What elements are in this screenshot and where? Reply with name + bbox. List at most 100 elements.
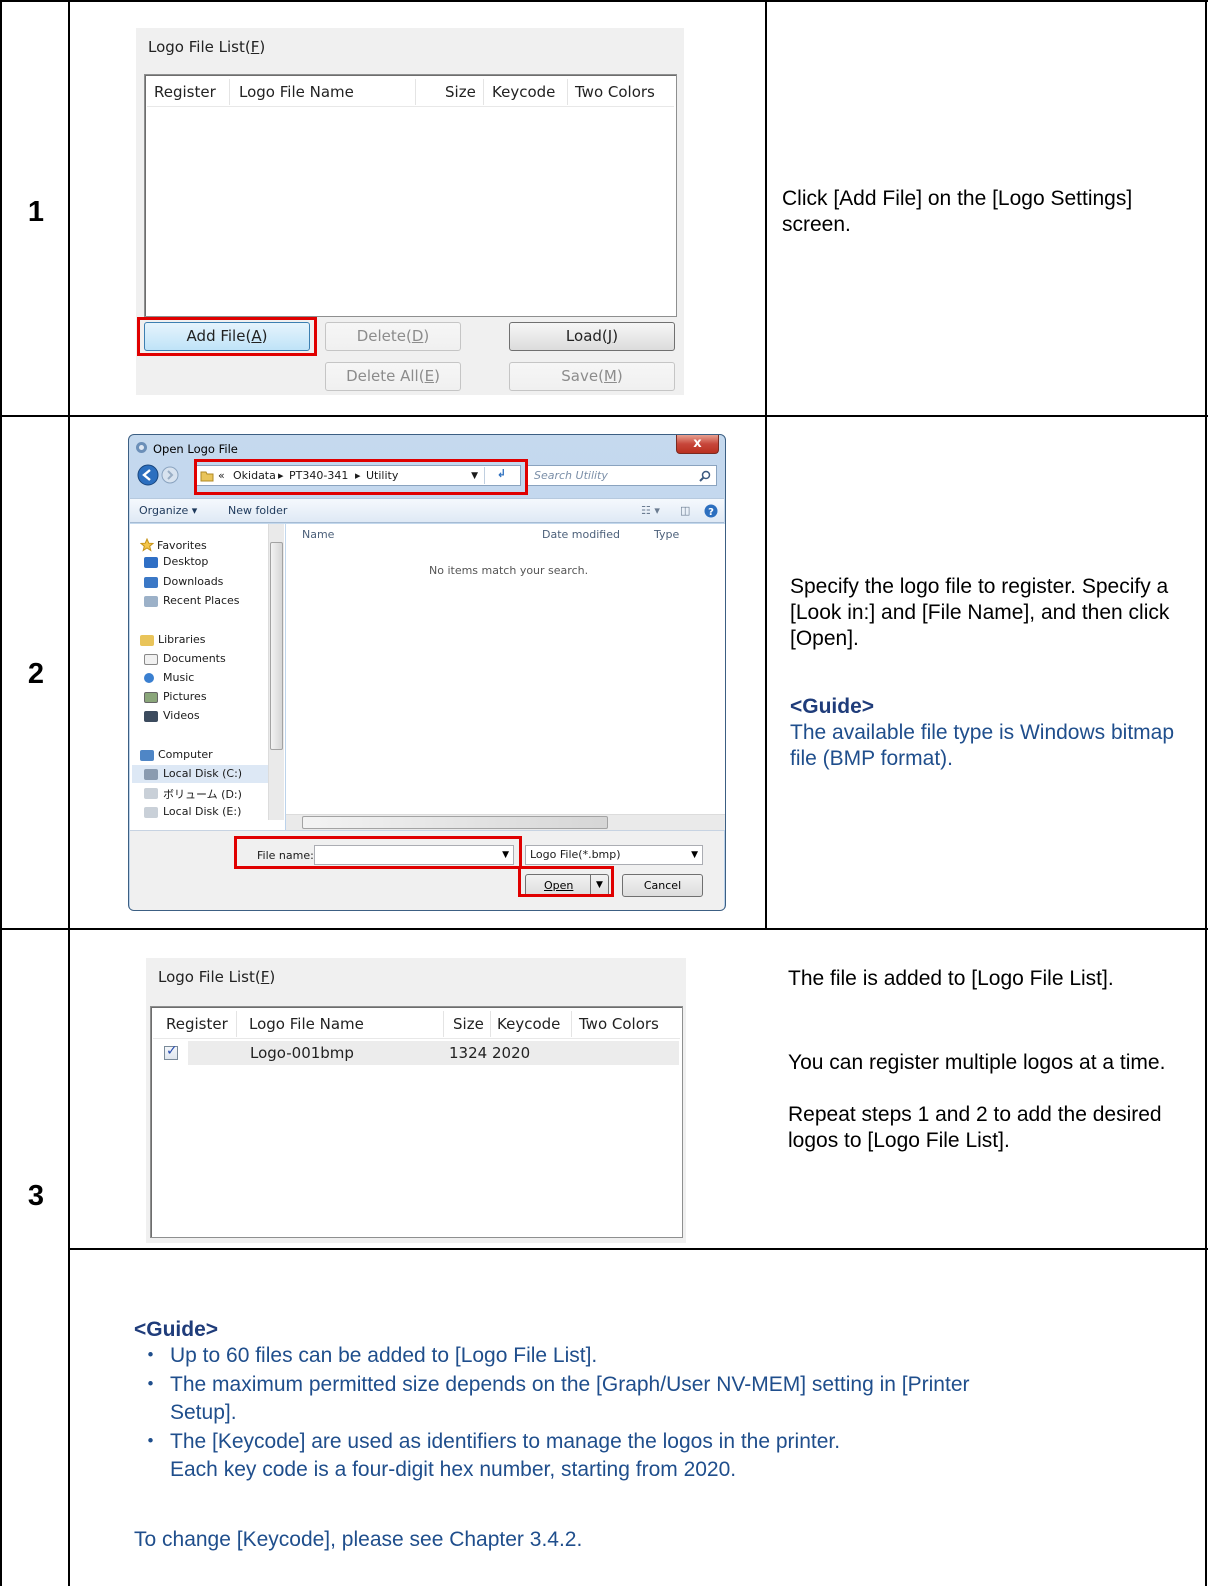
column-logo-file-name[interactable]: Logo File Name — [239, 83, 354, 101]
help-icon[interactable]: ? — [704, 504, 718, 518]
search-placeholder: Search Utility — [534, 469, 608, 482]
table-border-top — [0, 0, 1208, 2]
app-icon — [136, 442, 147, 453]
guide-footer: To change [Keycode], please see Chapter … — [134, 1528, 583, 1551]
close-icon: x — [693, 436, 702, 451]
step-3-description-1: The file is added to [Logo File List]. — [788, 967, 1114, 990]
recent-places-icon — [144, 596, 158, 607]
open-button-highlight — [518, 866, 614, 897]
column-two-colors[interactable]: Two Colors — [579, 1015, 659, 1033]
star-icon — [140, 538, 154, 552]
close-button[interactable]: x — [676, 435, 719, 454]
back-button[interactable] — [137, 464, 159, 486]
guide-item-2-cont: Setup]. — [170, 1401, 237, 1424]
column-logo-file-name[interactable]: Logo File Name — [249, 1015, 364, 1033]
svg-text:?: ? — [708, 507, 714, 518]
nav-local-disk-e[interactable]: Local Disk (E:) — [163, 805, 241, 818]
step-number-1: 1 — [27, 196, 45, 228]
column-keycode[interactable]: Keycode — [497, 1015, 560, 1033]
column-keycode[interactable]: Keycode — [492, 83, 555, 101]
column-date-modified[interactable]: Date modified — [542, 528, 620, 541]
guide-bullet-1-mark: ・ — [140, 1344, 161, 1367]
horizontal-scroll-thumb[interactable] — [302, 816, 608, 829]
add-file-highlight — [137, 317, 317, 356]
dialog-title: Open Logo File — [153, 442, 238, 456]
disk-d-icon — [144, 788, 158, 799]
table-col-divider-1 — [68, 0, 70, 1586]
logo-file-name-cell: Logo-001bmp — [250, 1044, 354, 1062]
videos-icon — [144, 711, 158, 722]
logo-file-list[interactable]: Register Logo File Name Size Keycode Two… — [144, 74, 677, 317]
organize-button[interactable]: Organize ▾ — [139, 504, 197, 517]
nav-pictures[interactable]: Pictures — [163, 690, 207, 703]
load-button[interactable]: Load(J) — [509, 322, 675, 351]
desktop-icon — [144, 557, 158, 568]
nav-pane-scroll-thumb[interactable] — [270, 542, 283, 750]
new-folder-button[interactable]: New folder — [228, 504, 287, 517]
nav-music[interactable]: Music — [163, 671, 194, 684]
forward-button[interactable] — [161, 466, 179, 484]
search-box[interactable]: Search Utility — [527, 465, 717, 486]
disk-e-icon — [144, 807, 158, 818]
file-list-pane[interactable]: Name Date modified Type No items match y… — [286, 524, 725, 830]
documents-icon — [144, 654, 158, 665]
column-size[interactable]: Size — [453, 1015, 484, 1033]
table-row[interactable]: Logo-001bmp 1324 2020 — [154, 1041, 679, 1065]
register-checkbox[interactable] — [164, 1043, 178, 1060]
column-register[interactable]: Register — [154, 83, 216, 101]
logo-file-list-caption: Logo File List(F) — [148, 38, 266, 56]
column-size[interactable]: Size — [445, 83, 476, 101]
nav-recent-places[interactable]: Recent Places — [163, 594, 240, 607]
logo-file-list-after[interactable]: Register Logo File Name Size Keycode Two… — [150, 1006, 683, 1238]
guide-item-4: Each key code is a four-digit hex number… — [170, 1458, 737, 1481]
preview-pane-icon[interactable]: ◫ — [680, 504, 690, 517]
delete-all-button[interactable]: Delete All(E) — [325, 362, 461, 391]
save-button[interactable]: Save(M) — [509, 362, 675, 391]
table-col-divider-2 — [765, 0, 767, 928]
file-type-dropdown-icon: ▼ — [691, 850, 698, 860]
nav-volume-d[interactable]: ボリューム (D:) — [163, 786, 242, 802]
step-number-2: 2 — [27, 658, 45, 690]
guide-item-3: The [Keycode] are used as identifiers to… — [170, 1430, 841, 1453]
nav-desktop[interactable]: Desktop — [163, 555, 208, 568]
nav-computer[interactable]: Computer — [158, 748, 213, 761]
guide-bullet-2-mark: ・ — [140, 1373, 161, 1396]
size-cell: 1324 — [449, 1044, 488, 1062]
nav-downloads[interactable]: Downloads — [163, 575, 223, 588]
delete-button[interactable]: Delete(D) — [325, 322, 461, 351]
table-row-divider-2 — [0, 928, 1208, 930]
pictures-icon — [144, 692, 158, 703]
libraries-icon — [140, 635, 154, 646]
horizontal-scrollbar[interactable] — [286, 814, 725, 830]
nav-videos[interactable]: Videos — [163, 709, 200, 722]
column-two-colors[interactable]: Two Colors — [575, 83, 655, 101]
column-register[interactable]: Register — [166, 1015, 228, 1033]
step-number-3: 3 — [27, 1180, 45, 1212]
nav-documents[interactable]: Documents — [163, 652, 226, 665]
guide-item-1: Up to 60 files can be added to [Logo Fil… — [170, 1344, 598, 1367]
logo-file-list-caption-after: Logo File List(F) — [158, 968, 276, 986]
search-icon — [699, 470, 711, 482]
disk-c-icon — [144, 769, 158, 780]
file-type-select[interactable]: Logo File(*.bmp) ▼ — [525, 845, 703, 865]
address-bar-highlight — [194, 459, 528, 495]
nav-favorites[interactable]: Favorites — [157, 539, 207, 552]
column-type[interactable]: Type — [654, 528, 679, 541]
step-2-description: Specify the logo file to register. Speci… — [790, 575, 1170, 650]
command-bar: Organize ▾ New folder ☷ ▾ ◫ ? — [130, 498, 724, 523]
table-border-left — [0, 0, 2, 1586]
nav-libraries[interactable]: Libraries — [158, 633, 206, 646]
table-border-right — [1205, 0, 1207, 1586]
step-2-guide-text: The available file type is Windows bitma… — [790, 721, 1175, 770]
downloads-icon — [144, 577, 158, 588]
cancel-button[interactable]: Cancel — [622, 874, 703, 897]
step-1-description: Click [Add File] on the [Logo Settings] … — [782, 187, 1133, 236]
column-name[interactable]: Name — [302, 528, 334, 541]
nav-pane-scrollbar[interactable] — [268, 524, 284, 820]
logo-file-list-panel-after: Logo File List(F) Register Logo File Nam… — [146, 958, 686, 1243]
guide-item-2: The maximum permitted size depends on th… — [170, 1373, 970, 1396]
file-name-highlight — [234, 836, 522, 869]
step-3-description-2: You can register multiple logos at a tim… — [788, 1051, 1166, 1074]
views-icon[interactable]: ☷ ▾ — [641, 504, 660, 517]
nav-local-disk-c[interactable]: Local Disk (C:) — [163, 767, 242, 780]
